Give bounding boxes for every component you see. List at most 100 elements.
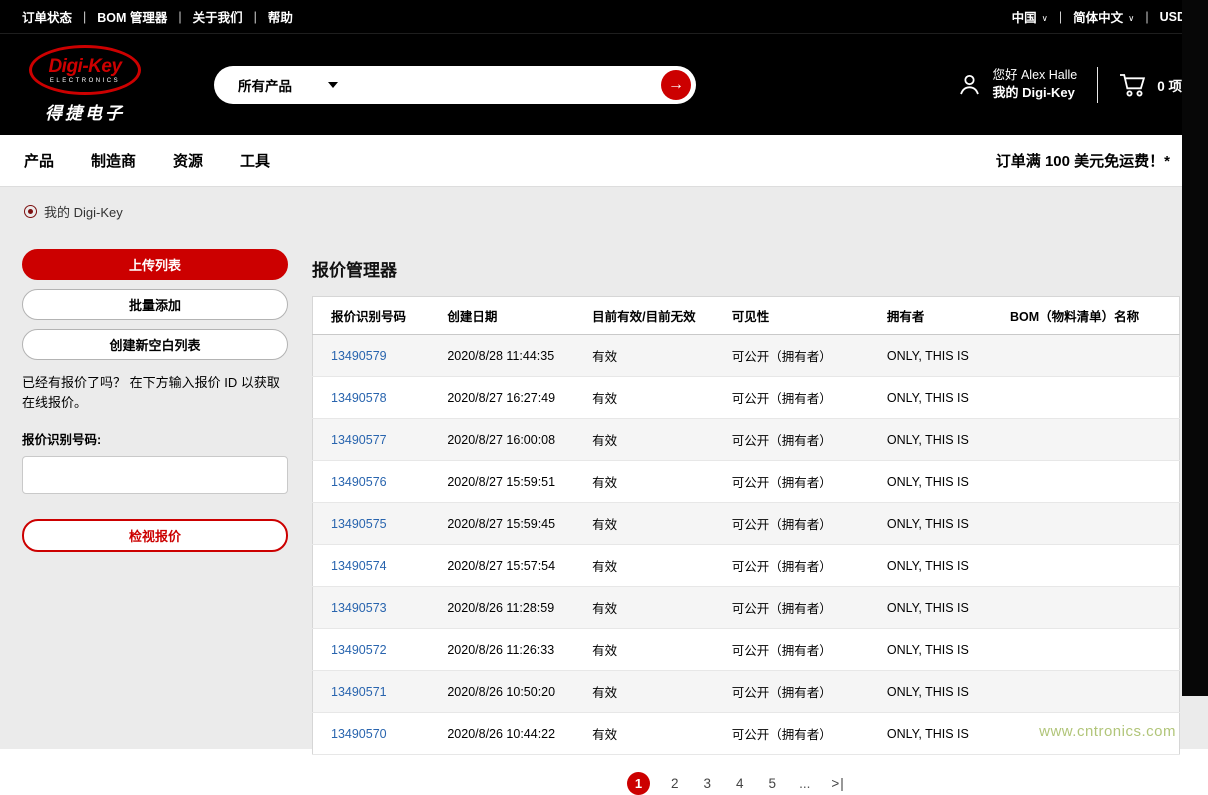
- nav-item-manufacturers[interactable]: 制造商: [91, 150, 136, 171]
- chevron-down-icon: [328, 82, 338, 88]
- quote-manager-panel: 报价管理器 报价识别号码 创建日期 目前有效/目前无效 可见性 拥有者 BOM（…: [312, 249, 1180, 795]
- separator: |: [1145, 10, 1148, 24]
- cell-visibility: 可公开（拥有者）: [722, 419, 877, 461]
- account-text: 您好 Alex Halle 我的 Digi-Key: [992, 67, 1077, 103]
- person-icon: [956, 71, 983, 98]
- quote-id-link[interactable]: 13490577: [331, 433, 387, 447]
- header-right: 您好 Alex Halle 我的 Digi-Key 0 项: [956, 67, 1182, 103]
- account-menu[interactable]: 您好 Alex Halle 我的 Digi-Key: [956, 67, 1077, 103]
- language-selector[interactable]: 简体中文∨: [1073, 7, 1134, 26]
- pagination-ellipsis: ...: [797, 776, 812, 791]
- cell-id: 13490576: [313, 461, 438, 503]
- pagination-page[interactable]: 2: [667, 776, 683, 791]
- cell-owner: ONLY, THIS IS: [877, 461, 1000, 503]
- quote-row: 134905762020/8/27 15:59:51有效可公开（拥有者）ONLY…: [313, 461, 1180, 503]
- quote-id-link[interactable]: 13490570: [331, 727, 387, 741]
- link-order-status[interactable]: 订单状态: [22, 7, 72, 26]
- arrow-right-icon: →: [668, 76, 684, 94]
- cell-owner: ONLY, THIS IS: [877, 713, 1000, 755]
- nav-item-products[interactable]: 产品: [24, 150, 54, 171]
- cell-visibility: 可公开（拥有者）: [722, 503, 877, 545]
- cell-visibility: 可公开（拥有者）: [722, 377, 877, 419]
- separator: |: [254, 10, 257, 24]
- cell-owner: ONLY, THIS IS: [877, 503, 1000, 545]
- quote-id-link[interactable]: 13490574: [331, 559, 387, 573]
- cell-status: 有效: [582, 461, 722, 503]
- pagination-page[interactable]: 5: [765, 776, 781, 791]
- quote-row: 134905742020/8/27 15:57:54有效可公开（拥有者）ONLY…: [313, 545, 1180, 587]
- quote-id-input[interactable]: [22, 456, 288, 494]
- chevron-down-icon: ∨: [1042, 13, 1048, 23]
- cell-owner: ONLY, THIS IS: [877, 377, 1000, 419]
- cell-created: 2020/8/26 11:26:33: [437, 629, 582, 671]
- breadcrumb[interactable]: 我的 Digi-Key: [0, 187, 1208, 219]
- logo-name: Digi-Key: [48, 57, 121, 76]
- cell-created: 2020/8/26 10:50:20: [437, 671, 582, 713]
- quote-row: 134905792020/8/28 11:44:35有效可公开（拥有者）ONLY…: [313, 335, 1180, 377]
- cell-created: 2020/8/26 11:28:59: [437, 587, 582, 629]
- cell-created: 2020/8/27 15:59:51: [437, 461, 582, 503]
- quote-id-label: 报价识别号码:: [22, 429, 288, 448]
- pagination-pages: 2 3 4 5: [667, 776, 780, 791]
- cell-owner: ONLY, THIS IS: [877, 545, 1000, 587]
- cell-status: 有效: [582, 587, 722, 629]
- search-input[interactable]: [338, 66, 661, 104]
- cell-bom_name: [1000, 587, 1180, 629]
- col-header-quote-id: 报价识别号码: [313, 297, 438, 335]
- cell-visibility: 可公开（拥有者）: [722, 713, 877, 755]
- quote-id-link[interactable]: 13490572: [331, 643, 387, 657]
- page-title: 报价管理器: [312, 256, 1180, 281]
- pagination-page[interactable]: 3: [700, 776, 716, 791]
- cell-bom_name: [1000, 419, 1180, 461]
- separator: |: [178, 10, 181, 24]
- quote-id-link[interactable]: 13490575: [331, 517, 387, 531]
- link-help[interactable]: 帮助: [268, 7, 293, 26]
- link-about-us[interactable]: 关于我们: [193, 7, 243, 26]
- cart-count-label: 0 项: [1157, 75, 1182, 95]
- right-dark-strip: [1182, 0, 1208, 696]
- cell-visibility: 可公开（拥有者）: [722, 335, 877, 377]
- create-blank-list-button[interactable]: 创建新空白列表: [22, 329, 288, 360]
- cell-created: 2020/8/28 11:44:35: [437, 335, 582, 377]
- nav-item-tools[interactable]: 工具: [240, 150, 270, 171]
- free-shipping-promo: 订单满 100 美元免运费！*: [996, 150, 1184, 171]
- quote-row: 134905722020/8/26 11:26:33有效可公开（拥有者）ONLY…: [313, 629, 1180, 671]
- cell-bom_name: [1000, 629, 1180, 671]
- cart-button[interactable]: 0 项: [1118, 72, 1182, 98]
- quote-id-link[interactable]: 13490578: [331, 391, 387, 405]
- quote-id-link[interactable]: 13490576: [331, 475, 387, 489]
- cell-id: 13490579: [313, 335, 438, 377]
- cell-id: 13490574: [313, 545, 438, 587]
- bulk-add-button[interactable]: 批量添加: [22, 289, 288, 320]
- quote-id-link[interactable]: 13490571: [331, 685, 387, 699]
- cell-bom_name: [1000, 545, 1180, 587]
- view-quote-button[interactable]: 检视报价: [22, 519, 288, 552]
- search-category-dropdown[interactable]: 所有产品: [238, 75, 338, 95]
- my-digikey-link[interactable]: 我的 Digi-Key: [992, 85, 1074, 100]
- col-header-status: 目前有效/目前无效: [582, 297, 722, 335]
- my-digikey-icon: [24, 205, 37, 218]
- col-header-created-date: 创建日期: [437, 297, 582, 335]
- cell-owner: ONLY, THIS IS: [877, 671, 1000, 713]
- upload-list-button[interactable]: 上传列表: [22, 249, 288, 280]
- cell-status: 有效: [582, 545, 722, 587]
- pagination-page[interactable]: 4: [732, 776, 748, 791]
- quote-id-link[interactable]: 13490573: [331, 601, 387, 615]
- pagination-current-page[interactable]: 1: [627, 772, 650, 795]
- cell-status: 有效: [582, 713, 722, 755]
- cell-created: 2020/8/26 10:44:22: [437, 713, 582, 755]
- quote-id-link[interactable]: 13490579: [331, 349, 387, 363]
- cell-visibility: 可公开（拥有者）: [722, 587, 877, 629]
- country-selector[interactable]: 中国∨: [1012, 7, 1048, 26]
- search-submit-button[interactable]: →: [661, 70, 691, 100]
- utility-links: 订单状态 | BOM 管理器 | 关于我们 | 帮助: [22, 7, 293, 26]
- pagination-last-page[interactable]: >|: [829, 776, 846, 791]
- link-bom-manager[interactable]: BOM 管理器: [97, 7, 167, 26]
- cell-status: 有效: [582, 377, 722, 419]
- watermark: www.cntronics.com: [1039, 723, 1176, 740]
- cell-owner: ONLY, THIS IS: [877, 587, 1000, 629]
- sidebar: 上传列表 批量添加 创建新空白列表 已经有报价了吗？ 在下方输入报价 ID 以获…: [22, 249, 288, 561]
- nav-item-resources[interactable]: 资源: [173, 150, 203, 171]
- col-header-bom-name: BOM（物料清单）名称: [1000, 297, 1180, 335]
- digikey-logo[interactable]: Digi-Key ELECTRONICS 得捷电子: [26, 45, 144, 124]
